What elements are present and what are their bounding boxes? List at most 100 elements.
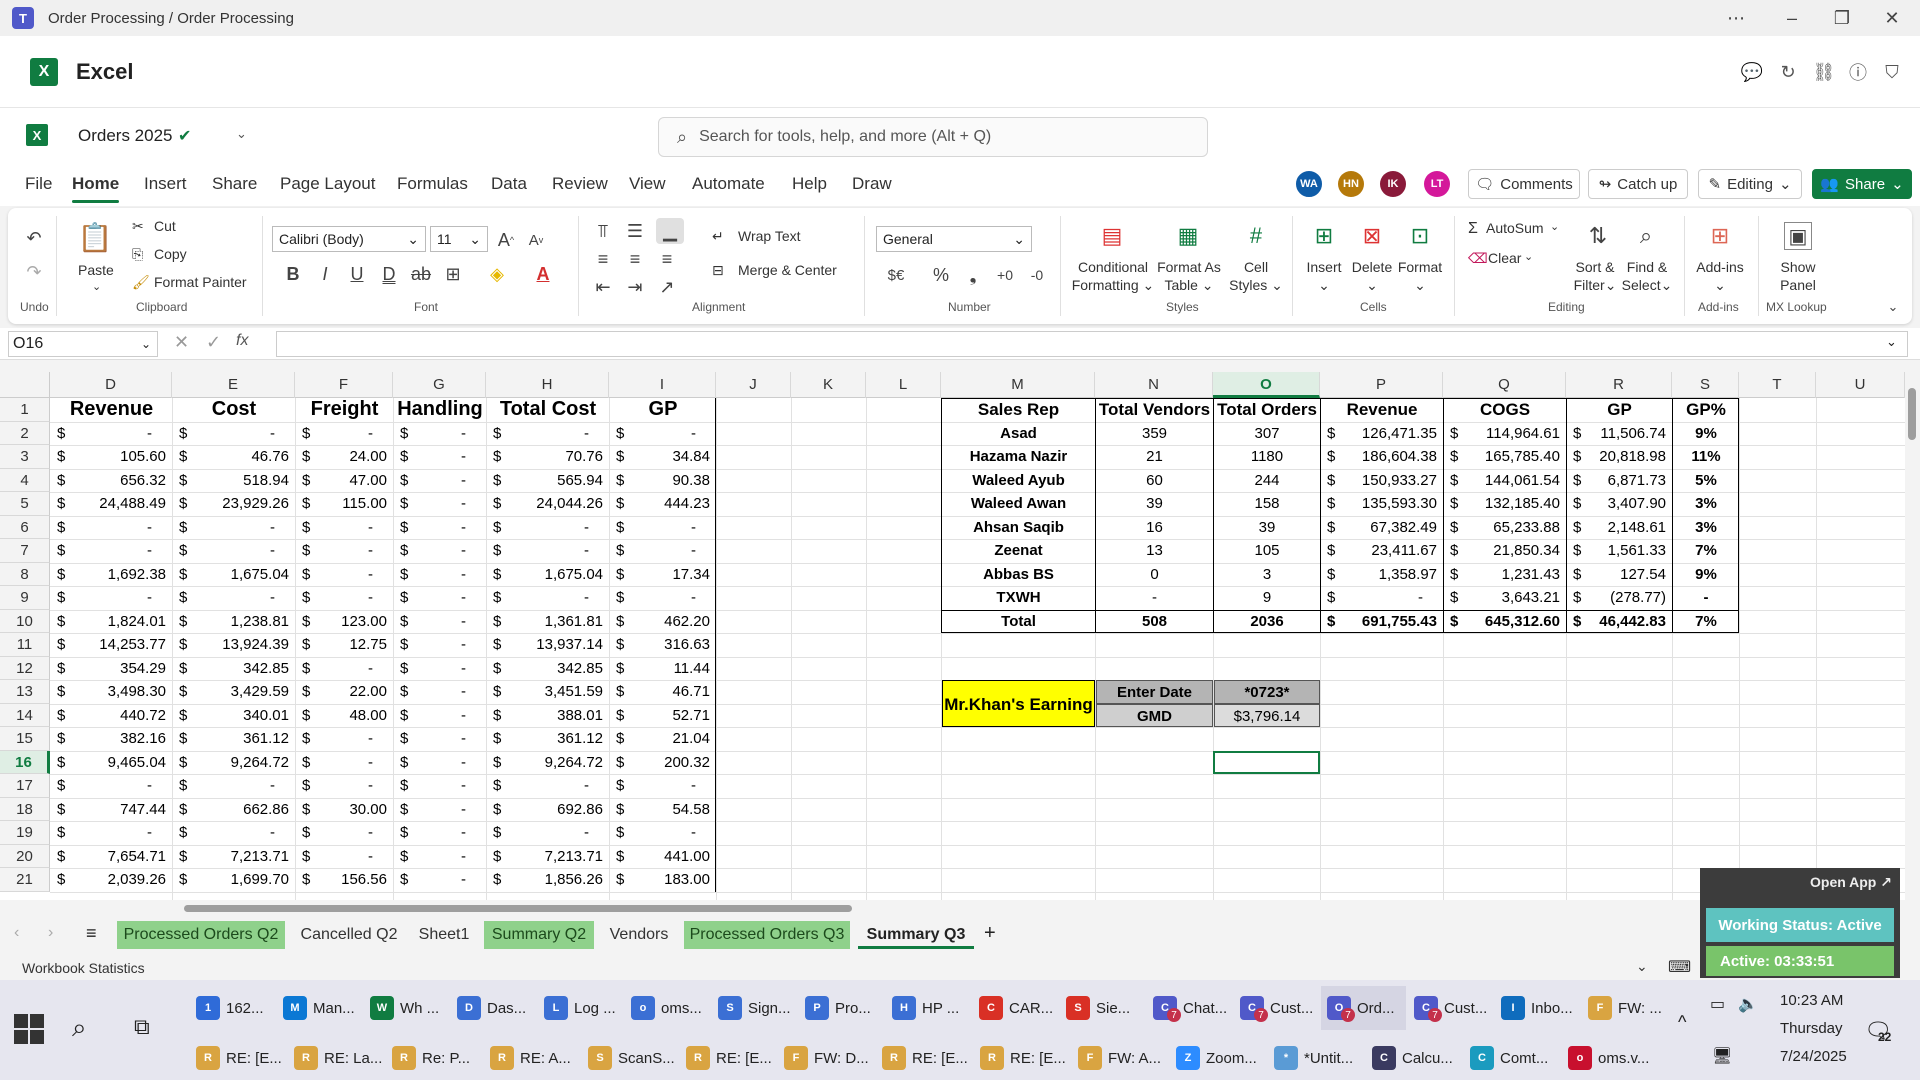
enter-date-label[interactable]: Enter Date [1096,680,1213,704]
table-cell[interactable]: $ - [610,539,716,563]
table-cell[interactable]: $21.04 [610,727,716,751]
summary-header[interactable]: GP [1567,398,1672,422]
avatar[interactable]: HN [1338,171,1364,197]
summary-revenue[interactable]: $135,593.30 [1321,492,1443,516]
table-cell[interactable]: $ - [394,586,486,610]
table-cell[interactable]: $ - [173,586,295,610]
summary-orders[interactable]: 2036 [1214,610,1320,634]
summary-gp[interactable]: $46,442.83 [1567,610,1672,634]
summary-revenue[interactable]: $23,411.67 [1321,539,1443,563]
table-cell[interactable]: $7,213.71 [487,845,609,869]
format-cells-icon[interactable]: ⊡ [1406,222,1434,250]
summary-gp[interactable]: $3,407.90 [1567,492,1672,516]
cell-styles-icon[interactable]: # [1242,222,1270,250]
summary-gp[interactable]: $11,506.74 [1567,422,1672,446]
taskbar-button[interactable]: F FW: D... [778,1036,874,1080]
column-header-e[interactable]: E [172,372,295,398]
format-cells-button[interactable]: Format ⌄ [1394,258,1446,294]
share-button[interactable]: 👥 Share ⌄ [1812,169,1912,199]
italic-icon[interactable]: I [314,262,336,286]
confirm-entry-icon[interactable]: ✓ [206,332,221,353]
summary-vendors[interactable]: 21 [1096,445,1213,469]
table-cell[interactable]: $200.32 [610,751,716,775]
tab-automate[interactable]: Automate [692,174,765,194]
summary-orders[interactable]: 158 [1214,492,1320,516]
wrap-text-button[interactable]: Wrap Text [738,228,801,244]
autosum-icon[interactable]: Σ [1468,220,1478,238]
taskbar-button[interactable]: F FW: A... [1072,1036,1168,1080]
taskbar-button[interactable]: R RE: La... [288,1036,384,1080]
table-cell[interactable]: $ - [296,774,393,798]
table-cell[interactable]: $1,692.38 [51,563,172,587]
merge-icon[interactable]: ⊟ [712,262,724,279]
select-all-corner[interactable] [0,372,50,398]
table-cell[interactable]: $ - [51,422,172,446]
sheet-tab-summary-q3[interactable]: Summary Q3 [858,921,974,949]
table-cell[interactable]: $123.00 [296,610,393,634]
row-header-16[interactable]: 16 [0,750,50,774]
vertical-scrollbar[interactable] [1905,360,1920,900]
sheet-tab-vendors[interactable]: Vendors [602,921,676,949]
avatar[interactable]: LT [1424,171,1450,197]
tab-page-layout[interactable]: Page Layout [280,174,375,194]
refresh-icon[interactable]: ↻ [1776,60,1800,84]
summary-header[interactable]: Total Vendors [1096,398,1213,422]
copy-icon[interactable]: ⎘ [132,246,143,263]
table-cell[interactable]: $656.32 [51,469,172,493]
table-cell[interactable]: $1,675.04 [487,563,609,587]
comma-icon[interactable]: ❟ [962,264,984,286]
paste-icon[interactable]: 📋 [78,220,113,254]
table-cell[interactable]: $ - [296,563,393,587]
table-cell[interactable]: $ - [173,821,295,845]
row-header-3[interactable]: 3 [0,445,50,469]
taskbar-button[interactable]: * *Untit... [1268,1036,1364,1080]
next-sheet-icon[interactable]: › [48,924,53,942]
file-name[interactable]: Orders 2025 [78,126,173,146]
close-icon[interactable]: ✕ [1868,0,1916,36]
table-cell[interactable]: $46.76 [173,445,295,469]
table-cell[interactable]: $ - [296,845,393,869]
summary-cogs[interactable]: $1,231.43 [1444,563,1566,587]
table-cell[interactable]: $ - [173,516,295,540]
summary-rep[interactable]: Total [942,610,1095,634]
table-cell[interactable]: $ - [51,516,172,540]
task-view-icon[interactable]: ⧉ [134,1014,150,1040]
table-cell[interactable]: $518.94 [173,469,295,493]
summary-cogs[interactable]: $21,850.34 [1444,539,1566,563]
table-cell[interactable]: $105.60 [51,445,172,469]
table-cell[interactable]: $70.76 [487,445,609,469]
avatar[interactable]: IK [1380,171,1406,197]
table-cell[interactable]: $ - [394,680,486,704]
table-cell[interactable]: $1,675.04 [173,563,295,587]
taskbar-button[interactable]: I Inbo... [1495,986,1580,1030]
table-cell[interactable]: $ - [394,422,486,446]
summary-gp-pct[interactable]: - [1673,586,1739,610]
table-header[interactable]: Handling [394,398,486,422]
table-cell[interactable]: $ - [394,657,486,681]
table-cell[interactable]: $361.12 [173,727,295,751]
table-cell[interactable]: $ - [296,657,393,681]
summary-orders[interactable]: 244 [1214,469,1320,493]
table-cell[interactable]: $14,253.77 [51,633,172,657]
taskbar-button[interactable]: R RE: A... [484,1036,580,1080]
column-header-s[interactable]: S [1672,372,1739,398]
taskbar-button[interactable]: Z Zoom... [1170,1036,1266,1080]
file-menu-chevron-icon[interactable]: ⌄ [236,126,247,142]
keyboard-icon[interactable]: ⌨ [1668,957,1691,977]
tab-view[interactable]: View [629,174,666,194]
column-header-q[interactable]: Q [1443,372,1566,398]
show-hidden-icons[interactable]: ^ [1678,1012,1686,1033]
table-header[interactable]: Total Cost [487,398,609,422]
cell-styles-button[interactable]: Cell Styles ⌄ [1228,258,1284,294]
column-header-f[interactable]: F [295,372,393,398]
summary-gp-pct[interactable]: 3% [1673,492,1739,516]
table-cell[interactable]: $ - [394,727,486,751]
double-underline-icon[interactable]: D [378,262,400,286]
taskbar-button[interactable]: o oms... [625,986,710,1030]
taskbar-button[interactable]: R RE: [E... [190,1036,286,1080]
table-cell[interactable]: $9,264.72 [173,751,295,775]
sort-filter-button[interactable]: Sort & Filter⌄ [1566,258,1624,294]
taskbar-button[interactable]: C Calcu... [1366,1036,1462,1080]
taskbar-button[interactable]: C CAR... [973,986,1058,1030]
copy-button[interactable]: Copy [154,246,187,262]
